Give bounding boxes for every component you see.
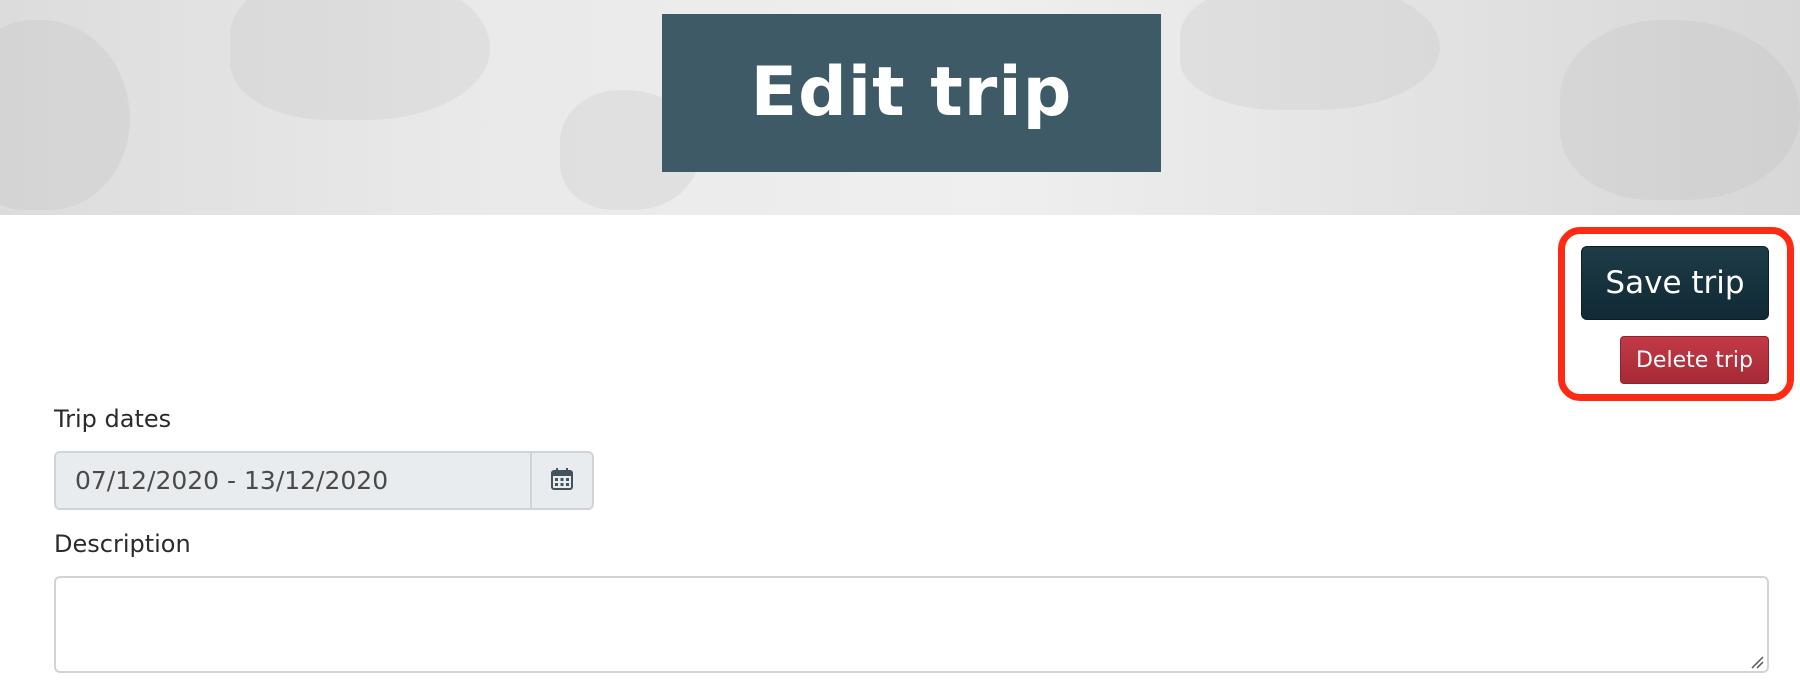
map-shape — [1560, 20, 1800, 200]
trip-dates-group — [54, 451, 594, 510]
trip-dates-input[interactable] — [56, 453, 530, 508]
header-banner: Edit trip — [0, 0, 1800, 215]
delete-trip-button[interactable]: Delete trip — [1620, 336, 1769, 384]
page-title-box: Edit trip — [662, 14, 1161, 172]
map-shape — [1180, 0, 1440, 110]
map-shape — [230, 0, 490, 120]
calendar-button[interactable] — [530, 453, 592, 508]
trip-dates-label: Trip dates — [54, 405, 172, 433]
page-title: Edit trip — [750, 53, 1073, 132]
resize-grip-icon[interactable] — [1750, 654, 1764, 669]
description-label: Description — [54, 530, 191, 558]
save-trip-button[interactable]: Save trip — [1581, 246, 1769, 320]
map-shape — [0, 20, 130, 210]
calendar-icon — [550, 467, 574, 495]
description-textarea[interactable] — [54, 576, 1769, 673]
